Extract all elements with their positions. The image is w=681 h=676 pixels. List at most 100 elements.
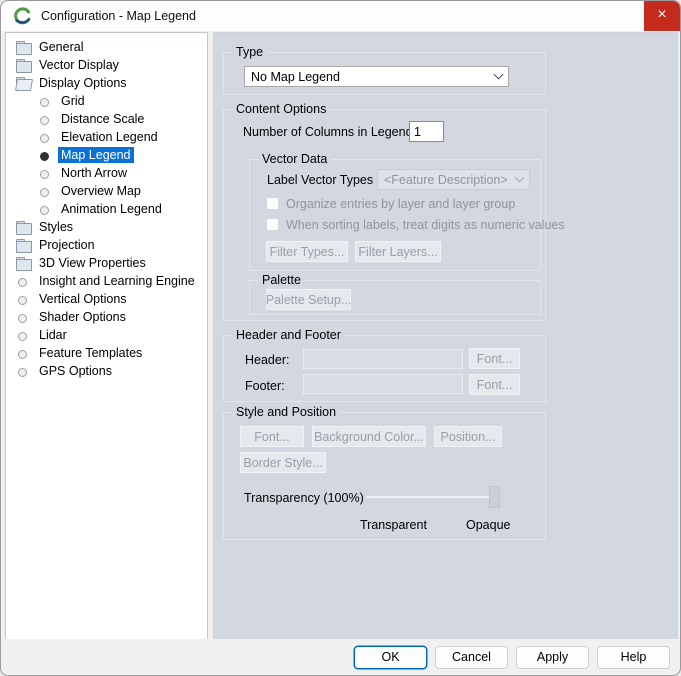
radio-icon — [37, 130, 53, 145]
sidebar-item-vertical-options[interactable]: Vertical Options — [6, 290, 207, 308]
numeric-sorting-label: When sorting labels, treat digits as num… — [286, 218, 565, 232]
transparent-label: Transparent — [360, 518, 427, 532]
close-icon: × — [657, 7, 666, 23]
palette-title: Palette — [258, 273, 305, 287]
sidebar-item-feature-templates[interactable]: Feature Templates — [6, 344, 207, 362]
radio-icon — [37, 94, 53, 109]
folder-icon — [15, 256, 31, 271]
ok-button[interactable]: OK — [354, 646, 427, 669]
sidebar-item-label: Elevation Legend — [58, 129, 161, 145]
border-style-label: Border Style... — [243, 456, 322, 470]
background-color-button: Background Color... — [312, 426, 426, 447]
sidebar-item-overview-map[interactable]: Overview Map — [6, 182, 207, 200]
style-position-title: Style and Position — [232, 405, 340, 419]
palette-setup-button: Palette Setup... — [266, 289, 351, 310]
sidebar-item-display-options[interactable]: Display Options — [6, 74, 207, 92]
sidebar-tree: GeneralVector DisplayDisplay Options Grid… — [5, 32, 208, 642]
numeric-sorting-checkbox — [266, 218, 279, 231]
titlebar: Configuration - Map Legend × — [1, 1, 680, 31]
header-footer-title: Header and Footer — [232, 328, 345, 342]
legend-type-value: No Map Legend — [251, 70, 495, 84]
header-footer-group: Header and Footer Header: Font... Footer… — [223, 335, 546, 402]
sidebar-item-label: Map Legend — [58, 147, 134, 163]
sidebar-item-label: Grid — [58, 93, 88, 109]
sidebar-item-label: 3D View Properties — [36, 255, 149, 271]
organize-entries-checkbox — [266, 197, 279, 210]
font-button: Font... — [240, 426, 304, 447]
sidebar-item-projection[interactable]: Projection — [6, 236, 207, 254]
sidebar-item-grid[interactable]: Grid — [6, 92, 207, 110]
folder-icon — [15, 220, 31, 235]
sidebar-item-insight-and-learning-engine[interactable]: Insight and Learning Engine — [6, 272, 207, 290]
sidebar-item-shader-options[interactable]: Shader Options — [6, 308, 207, 326]
folder-icon — [15, 40, 31, 55]
filter-layers-label: Filter Layers... — [358, 245, 437, 259]
header-font-label: Font... — [477, 352, 512, 366]
transparency-slider[interactable] — [366, 486, 502, 508]
sidebar-item-map-legend[interactable]: Map Legend — [6, 146, 207, 164]
transparency-label: Transparency (100%) — [244, 491, 364, 505]
radio-icon — [15, 274, 31, 289]
sidebar-item-styles[interactable]: Styles — [6, 218, 207, 236]
slider-track — [366, 496, 500, 498]
vector-data-group: Vector Data Label Vector Types By: <Feat… — [249, 159, 541, 271]
columns-input[interactable] — [409, 121, 444, 142]
sidebar-item-label: Shader Options — [36, 309, 129, 325]
sidebar-item-label: General — [36, 39, 86, 55]
opaque-label: Opaque — [466, 518, 510, 532]
legend-type-dropdown[interactable]: No Map Legend — [244, 66, 509, 87]
sidebar-item-label: Styles — [36, 219, 76, 235]
font-button-label: Font... — [254, 430, 289, 444]
footer-font-button: Font... — [469, 374, 520, 395]
sidebar-item-label: Distance Scale — [58, 111, 147, 127]
sidebar-item-gps-options[interactable]: GPS Options — [6, 362, 207, 380]
sidebar-item-label: Lidar — [36, 327, 70, 343]
footer-label: Footer: — [245, 379, 285, 393]
sidebar-item-distance-scale[interactable]: Distance Scale — [6, 110, 207, 128]
header-font-button: Font... — [469, 348, 520, 369]
dialog-footer: OK Cancel Apply Help — [1, 639, 680, 675]
sidebar-item-label: Animation Legend — [58, 201, 165, 217]
background-color-label: Background Color... — [314, 430, 424, 444]
label-vector-types-value: <Feature Description> — [384, 173, 516, 187]
sidebar-item-label: GPS Options — [36, 363, 115, 379]
sidebar-item-label: Insight and Learning Engine — [36, 273, 198, 289]
chevron-down-icon — [494, 70, 504, 80]
footer-font-label: Font... — [477, 378, 512, 392]
position-button: Position... — [434, 426, 502, 447]
sidebar-item-animation-legend[interactable]: Animation Legend — [6, 200, 207, 218]
sidebar-item-elevation-legend[interactable]: Elevation Legend — [6, 128, 207, 146]
sidebar-item-general[interactable]: General — [6, 38, 207, 56]
help-button[interactable]: Help — [597, 646, 670, 669]
window-title: Configuration - Map Legend — [41, 9, 196, 23]
cancel-button[interactable]: Cancel — [435, 646, 508, 669]
radio-selected-icon — [37, 148, 53, 163]
header-label: Header: — [245, 353, 289, 367]
close-button[interactable]: × — [644, 1, 680, 31]
slider-thumb[interactable] — [489, 486, 500, 508]
folder-icon — [15, 58, 31, 73]
radio-icon — [37, 184, 53, 199]
vector-data-title: Vector Data — [258, 152, 331, 166]
sidebar-item-3d-view-properties[interactable]: 3D View Properties — [6, 254, 207, 272]
chevron-down-icon — [515, 173, 525, 183]
radio-icon — [15, 346, 31, 361]
type-group-title: Type — [232, 45, 267, 59]
configuration-dialog: Configuration - Map Legend × GeneralVect… — [0, 0, 681, 676]
content-options-group: Content Options Number of Columns in Leg… — [223, 109, 546, 321]
content-options-title: Content Options — [232, 102, 330, 116]
radio-icon — [15, 328, 31, 343]
sidebar-item-label: North Arrow — [58, 165, 130, 181]
sidebar-item-vector-display[interactable]: Vector Display — [6, 56, 207, 74]
folder-icon — [15, 238, 31, 253]
global-mapper-logo-icon — [13, 7, 32, 26]
radio-icon — [15, 310, 31, 325]
sidebar-item-north-arrow[interactable]: North Arrow — [6, 164, 207, 182]
folder-open-icon — [15, 76, 31, 91]
footer-input — [303, 374, 463, 394]
apply-button[interactable]: Apply — [516, 646, 589, 669]
sidebar-item-label: Display Options — [36, 75, 130, 91]
sidebar-item-label: Vertical Options — [36, 291, 130, 307]
sidebar-item-lidar[interactable]: Lidar — [6, 326, 207, 344]
radio-icon — [15, 292, 31, 307]
